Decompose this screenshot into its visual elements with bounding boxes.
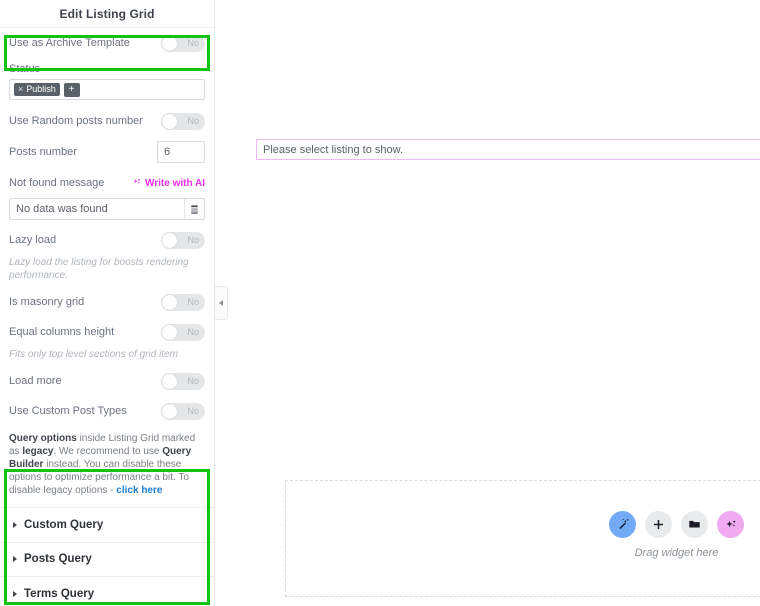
write-with-ai-label: Write with AI [145,177,205,189]
switch-knob [162,35,177,51]
control-load-more: Load more No [9,366,205,396]
switch-knob [162,373,177,389]
preview-canvas: Please select listing to show. Drag widg… [215,0,760,606]
notice-strong-query-options: Query options [9,433,77,444]
notice-strong-legacy: legacy [22,446,54,457]
status-tokens-field[interactable]: × Publish + [9,79,205,100]
accordion-custom-query[interactable]: Custom Query [0,508,214,543]
magic-wand-icon [618,518,628,529]
accordion-label: Terms Query [24,587,95,600]
listing-select-notice-text: Please select listing to show. [263,143,404,156]
folder-icon [689,520,700,528]
sparkle-icon [725,520,735,527]
not-found-message-input[interactable]: No data was found [9,198,205,220]
chevron-left-icon [219,300,223,306]
switch-value: No [187,406,199,416]
control-label: Equal columns height [9,326,115,338]
chevron-right-icon [13,556,17,563]
write-with-ai-button[interactable]: Write with AI [132,178,205,189]
control-masonry: Is masonry grid No [9,287,205,317]
sparkle-icon [133,179,140,184]
controls-section: Use as Archive Template No Status × Publ… [0,28,214,507]
dynamic-tag-icon [191,204,198,214]
control-custom-post-types: Use Custom Post Types No [9,396,205,426]
disable-legacy-link[interactable]: click here [116,485,162,496]
control-label: Use Random posts number [9,115,143,127]
switch-knob [162,324,177,340]
switch-value: No [187,297,199,307]
query-accordions: Custom Query Posts Query Terms Query Use… [0,507,214,606]
control-not-found-header: Not found message Write with AI [9,168,205,198]
panel-title: Edit Listing Grid [0,0,214,28]
control-label: Is masonry grid [9,296,85,308]
folder-button[interactable] [681,511,708,538]
notice-text-2: . We recommend to use [53,446,163,457]
dropzone-caption: Drag widget here [634,547,719,559]
not-found-message-value: No data was found [16,203,108,215]
chevron-right-icon [13,590,17,597]
accordion-posts-query[interactable]: Posts Query [0,542,214,577]
listing-select-notice: Please select listing to show. [256,139,760,160]
control-archive-template: Use as Archive Template No [9,28,205,58]
random-posts-switch[interactable]: No [161,112,205,130]
control-label: Use Custom Post Types [9,405,127,417]
switch-knob [162,403,177,419]
status-token[interactable]: × Publish [14,83,60,96]
dynamic-tag-button[interactable] [184,199,204,219]
legacy-query-notice: Query options inside Listing Grid marked… [9,426,205,507]
switch-value: No [187,38,199,48]
settings-sidebar: Edit Listing Grid Use as Archive Templat… [0,0,215,606]
accordion-label: Posts Query [24,553,92,566]
equal-columns-switch[interactable]: No [161,323,205,341]
elementor-editor: Edit Listing Grid Use as Archive Templat… [0,0,760,606]
switch-knob [162,113,177,129]
control-label: Status [9,63,41,75]
equal-columns-hint: Fits only top level sections of grid ite… [9,349,178,360]
control-posts-number: Posts number 6 [9,136,205,168]
remove-token-icon[interactable]: × [18,85,23,94]
accordion-terms-query[interactable]: Terms Query [0,577,214,606]
switch-knob [162,294,177,310]
collapse-panel-handle[interactable] [215,286,228,320]
switch-value: No [187,376,199,386]
control-label: Lazy load [9,234,57,246]
ai-button[interactable] [717,511,744,538]
switch-value: No [187,235,199,245]
control-status: Status × Publish + [9,58,205,100]
lazy-load-hint: Lazy load the listing for boosts renderi… [9,257,189,281]
switch-knob [162,232,177,248]
add-widget-button[interactable] [645,511,672,538]
widget-dropzone[interactable]: Drag widget here [285,480,760,597]
dropzone-buttons [609,511,744,538]
control-label: Load more [9,375,62,387]
chevron-right-icon [13,521,17,528]
custom-post-types-switch[interactable]: No [161,402,205,420]
plus-icon [653,519,664,530]
control-random-posts: Use Random posts number No [9,106,205,136]
dropzone-inner: Drag widget here [609,511,744,559]
add-status-button[interactable]: + [63,82,80,97]
control-label: Posts number [9,146,77,158]
magic-wand-button[interactable] [609,511,636,538]
switch-value: No [187,327,199,337]
archive-template-switch[interactable]: No [161,34,205,52]
token-label: Publish [26,84,56,94]
switch-value: No [187,116,199,126]
control-equal-columns: Equal columns height No [9,317,205,347]
masonry-switch[interactable]: No [161,293,205,311]
posts-number-input[interactable]: 6 [157,141,205,163]
lazy-load-switch[interactable]: No [161,231,205,249]
accordion-label: Custom Query [24,518,104,531]
control-label: Not found message [9,177,105,189]
control-lazy-load: Lazy load No [9,225,205,255]
control-label: Use as Archive Template [9,37,130,49]
load-more-switch[interactable]: No [161,372,205,390]
